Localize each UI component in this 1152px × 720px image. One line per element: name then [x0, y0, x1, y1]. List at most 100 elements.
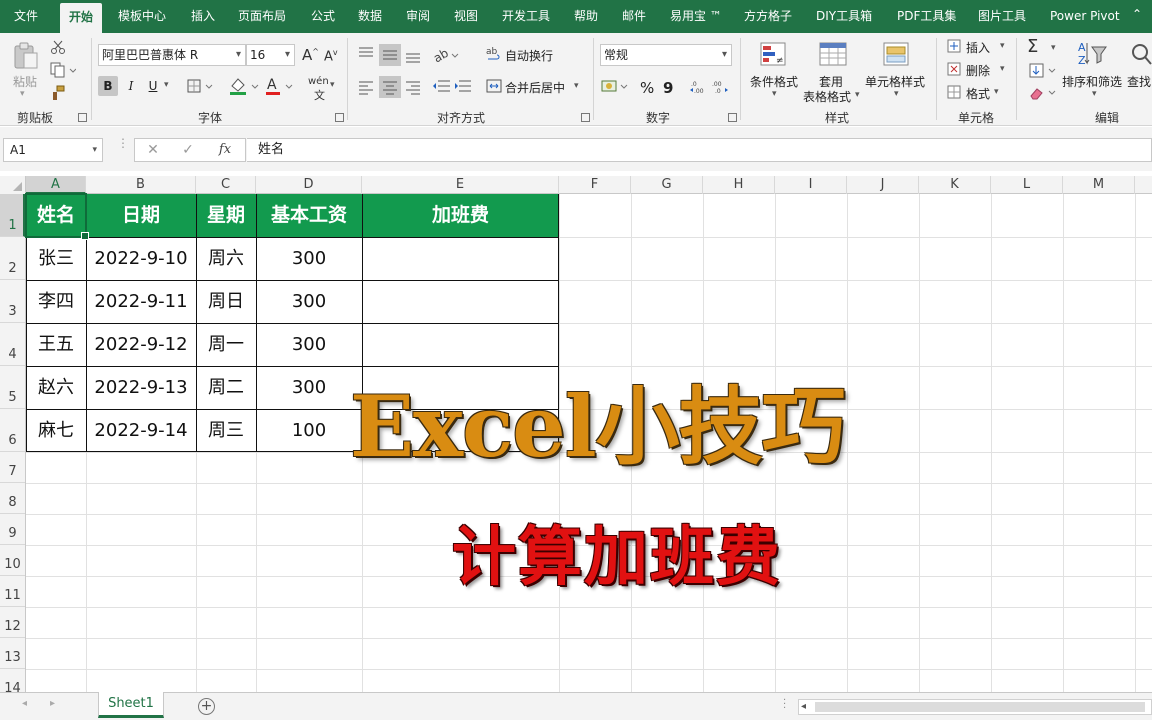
tab-fangfang[interactable]: 方方格子 [744, 0, 792, 33]
font-size-select[interactable]: 16 ▾ [246, 44, 295, 66]
sort-filter-icon[interactable]: AZ [1075, 39, 1109, 69]
format-cells-button[interactable]: 格式 [966, 85, 990, 102]
number-format-select[interactable]: 常规 ▾ [600, 44, 732, 66]
horizontal-align-icons[interactable] [356, 76, 426, 98]
header-cell-date[interactable]: 日期 [86, 194, 196, 237]
borders-icon[interactable] [186, 78, 216, 94]
conditional-formatting-icon[interactable]: ≠ [759, 41, 789, 69]
header-cell-overtime-pay[interactable]: 加班费 [362, 194, 559, 237]
table-cell[interactable]: 周二 [196, 366, 256, 409]
phonetic-caret-icon[interactable]: ▾ [330, 80, 335, 90]
table-cell[interactable]: 100 [256, 409, 362, 452]
table-cell[interactable] [362, 237, 559, 280]
confirm-icon[interactable]: ✓ [175, 139, 201, 161]
italic-button[interactable]: I [121, 76, 141, 96]
find-select-icon[interactable] [1128, 39, 1152, 69]
column-header-b[interactable]: B [86, 176, 196, 194]
column-header-c[interactable]: C [196, 176, 256, 194]
row-header-2[interactable]: 2 [0, 237, 25, 280]
tab-home[interactable]: 开始 [60, 3, 103, 33]
table-cell[interactable]: 2022-9-10 [86, 237, 196, 280]
tab-diy[interactable]: DIY工具箱 [816, 0, 872, 33]
row-header-14[interactable]: 14 [0, 669, 25, 692]
insert-function-icon[interactable]: fx [212, 139, 238, 161]
tab-view[interactable]: 视图 [454, 0, 478, 33]
tab-insert[interactable]: 插入 [191, 0, 215, 33]
tab-review[interactable]: 审阅 [406, 0, 430, 33]
row-header-8[interactable]: 8 [0, 483, 25, 514]
chevron-down-icon[interactable]: ▾ [1000, 41, 1005, 51]
column-header-e[interactable]: E [362, 176, 559, 194]
select-all-button[interactable] [0, 176, 26, 194]
tab-mail[interactable]: 邮件 [622, 0, 646, 33]
paste-caret-icon[interactable]: ▾ [20, 89, 25, 99]
percent-button[interactable]: % [640, 79, 654, 97]
underline-caret-icon[interactable]: ▾ [164, 80, 169, 90]
column-header-i[interactable]: I [775, 176, 847, 194]
table-cell[interactable] [362, 280, 559, 323]
column-header-f[interactable]: F [559, 176, 631, 194]
find-button[interactable]: 查找 [1127, 73, 1151, 90]
wrap-text-button[interactable]: 自动换行 [505, 47, 553, 64]
tab-data[interactable]: 数据 [358, 0, 382, 33]
sheet-tab-sheet1[interactable]: Sheet1 [98, 692, 164, 718]
row-header-10[interactable]: 10 [0, 545, 25, 576]
row-header-12[interactable]: 12 [0, 607, 25, 638]
format-as-table-icon[interactable] [818, 41, 848, 69]
column-header-a[interactable]: A [26, 176, 86, 194]
row-header-6[interactable]: 6 [0, 409, 25, 452]
table-cell[interactable]: 2022-9-12 [86, 323, 196, 366]
chevron-down-icon[interactable]: ▾ [1051, 43, 1056, 53]
comma-button[interactable]: 9 [663, 79, 673, 97]
delete-cells-icon[interactable] [946, 61, 962, 77]
chevron-down-icon[interactable]: ▾ [894, 89, 899, 99]
phonetic-button[interactable]: wén [308, 76, 329, 87]
number-launcher-icon[interactable] [728, 113, 737, 122]
table-cell[interactable]: 王五 [26, 323, 86, 366]
row-header-3[interactable]: 3 [0, 280, 25, 323]
column-header-m[interactable]: M [1063, 176, 1135, 194]
table-cell[interactable]: 300 [256, 237, 362, 280]
column-header-g[interactable]: G [631, 176, 703, 194]
tab-developer[interactable]: 开发工具 [502, 0, 550, 33]
font-name-select[interactable]: 阿里巴巴普惠体 R ▾ [98, 44, 246, 66]
insert-cells-icon[interactable] [946, 38, 962, 54]
table-cell[interactable]: 周一 [196, 323, 256, 366]
delete-cells-button[interactable]: 删除 [966, 62, 990, 79]
header-cell-base-salary[interactable]: 基本工资 [256, 194, 362, 237]
tab-formulas[interactable]: 公式 [311, 0, 335, 33]
format-painter-icon[interactable] [50, 85, 66, 101]
table-cell[interactable]: 2022-9-11 [86, 280, 196, 323]
underline-button[interactable]: U [143, 76, 163, 96]
tab-file[interactable]: 文件 [14, 0, 38, 33]
decimal-icons[interactable]: .0.00.00.0 [690, 78, 730, 96]
bold-button[interactable]: B [98, 76, 118, 96]
chevron-down-icon[interactable]: ▾ [772, 89, 777, 99]
insert-cells-button[interactable]: 插入 [966, 39, 990, 56]
autosum-icon[interactable]: Σ [1027, 36, 1038, 57]
tab-page-layout[interactable]: 页面布局 [238, 0, 286, 33]
table-cell[interactable]: 周六 [196, 237, 256, 280]
tab-help[interactable]: 帮助 [574, 0, 598, 33]
format-cells-icon[interactable] [946, 84, 962, 100]
clear-icon[interactable] [1029, 85, 1061, 101]
paste-icon[interactable] [12, 41, 40, 71]
fill-color-icon[interactable] [228, 76, 262, 96]
row-header-11[interactable]: 11 [0, 576, 25, 607]
format-as-table-button[interactable]: 表格格式 [803, 88, 851, 105]
scrollbar-thumb[interactable] [815, 702, 1145, 712]
column-header-h[interactable]: H [703, 176, 775, 194]
column-header-j[interactable]: J [847, 176, 919, 194]
clipboard-launcher-icon[interactable] [78, 113, 87, 122]
conditional-formatting-button[interactable]: 条件格式 [750, 73, 798, 90]
font-launcher-icon[interactable] [335, 113, 344, 122]
table-cell[interactable]: 赵六 [26, 366, 86, 409]
table-cell[interactable]: 张三 [26, 237, 86, 280]
next-sheet-icon[interactable]: ▸ [50, 698, 55, 709]
row-header-5[interactable]: 5 [0, 366, 25, 409]
active-cell-selection[interactable] [25, 193, 89, 240]
chevron-down-icon[interactable]: ▾ [1092, 89, 1097, 99]
table-cell[interactable]: 2022-9-13 [86, 366, 196, 409]
merge-caret-icon[interactable]: ▾ [574, 81, 579, 91]
copy-icon[interactable] [50, 62, 77, 78]
